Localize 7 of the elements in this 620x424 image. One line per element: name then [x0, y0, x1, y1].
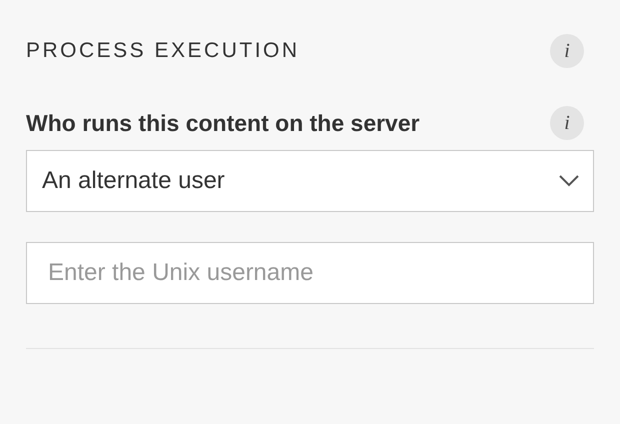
chevron-down-icon [559, 175, 579, 187]
info-icon[interactable]: i [550, 106, 584, 140]
section-title: PROCESS EXECUTION [26, 39, 300, 63]
username-field[interactable]: Enter the Unix username [26, 242, 594, 304]
field-label: Who runs this content on the server [26, 110, 420, 136]
info-icon[interactable]: i [550, 34, 584, 68]
user-select[interactable]: An alternate user [26, 150, 594, 212]
